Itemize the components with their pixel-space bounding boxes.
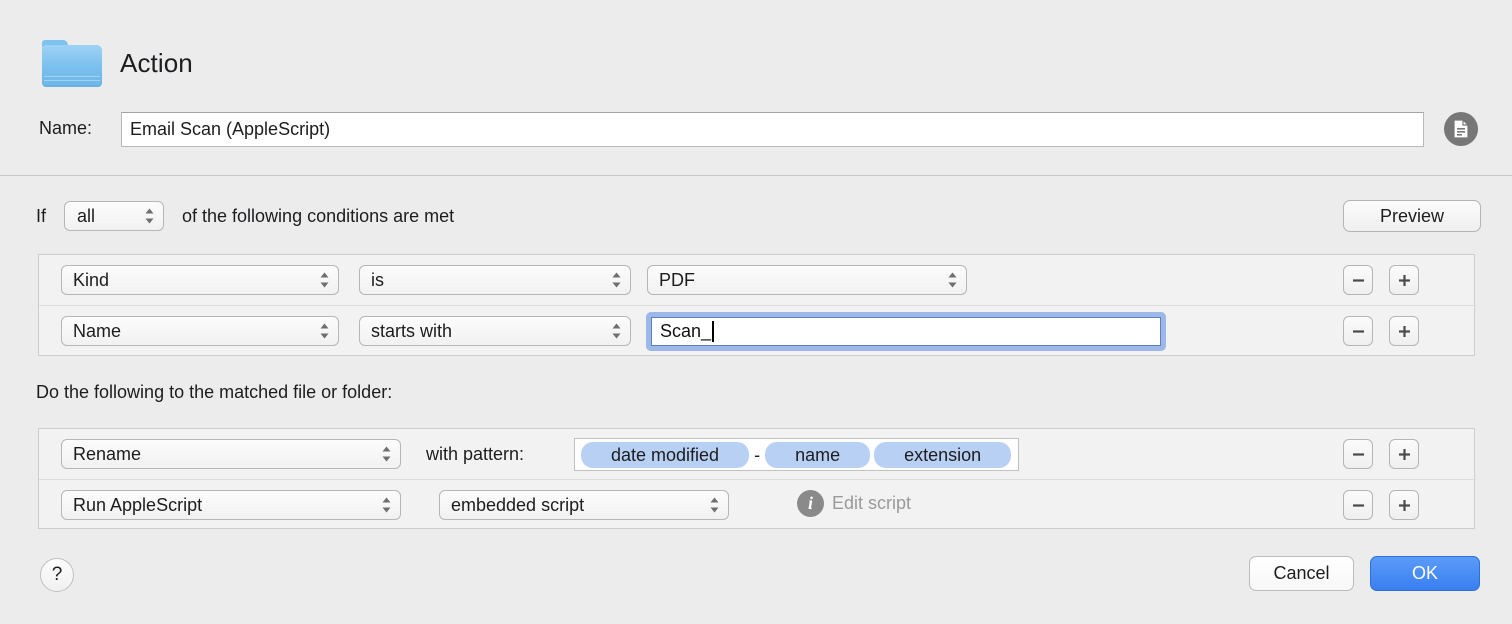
document-icon-button[interactable] [1444,112,1478,146]
conditions-panel: Kind is PDF Name starts with Scan_ [38,254,1476,356]
cancel-button[interactable]: Cancel [1249,556,1354,591]
plus-icon [1398,448,1410,460]
pattern-token[interactable]: name [765,442,871,468]
text-caret [712,321,715,342]
match-mode-value: all [77,205,96,226]
remove-condition-button[interactable] [1343,265,1373,295]
condition-row: Kind is PDF [39,255,1476,305]
chevron-updown-icon [144,208,155,225]
folder-icon [42,40,102,87]
minus-icon [1352,329,1364,333]
chevron-updown-icon [611,323,622,340]
conditions-header-row: If all of the following conditions are m… [0,198,1512,236]
add-condition-button[interactable] [1389,316,1419,346]
script-source-value: embedded script [451,494,585,515]
condition-attribute-value: Name [73,320,122,341]
condition-attribute-select[interactable]: Kind [61,265,339,295]
action-row: Run AppleScript embedded script i Edit s… [39,480,1476,530]
condition-operator-value: is [371,269,384,290]
condition-operator-select[interactable]: is [359,265,631,295]
condition-attribute-value: Kind [73,269,110,290]
header-divider [0,175,1512,176]
actions-panel: Rename with pattern: date modified - name e… [38,428,1476,530]
add-condition-button[interactable] [1389,265,1419,295]
condition-operator-value: starts with [371,320,453,341]
plus-icon [1398,325,1410,337]
add-action-button[interactable] [1389,490,1419,520]
plus-icon [1398,499,1410,511]
condition-value: PDF [659,269,695,290]
edit-script-label: Edit script [832,493,912,513]
chevron-updown-icon [319,272,330,289]
remove-action-button[interactable] [1343,439,1373,469]
condition-value-select[interactable]: PDF [647,265,967,295]
document-icon [1453,119,1469,139]
chevron-updown-icon [381,497,392,514]
pattern-token[interactable]: date modified [581,442,750,468]
minus-icon [1352,452,1364,456]
pattern-token[interactable]: extension [874,442,1012,468]
add-action-button[interactable] [1389,439,1419,469]
edit-script-button[interactable]: i Edit script [797,490,911,517]
condition-attribute-select[interactable]: Name [61,316,339,346]
condition-text-input[interactable]: Scan_ [651,317,1161,346]
name-input[interactable]: Email Scan (AppleScript) [121,112,1424,147]
chevron-updown-icon [947,272,958,289]
minus-icon [1352,278,1364,282]
plus-icon [1398,274,1410,286]
condition-text-value: Scan_ [660,321,712,341]
name-label: Name: [39,118,93,138]
remove-condition-button[interactable] [1343,316,1373,346]
conditions-trailing-text: of the following conditions are met [182,206,455,226]
actions-section-label: Do the following to the matched file or … [36,382,393,402]
chevron-updown-icon [611,272,622,289]
condition-operator-select[interactable]: starts with [359,316,631,346]
rename-pattern-token-field[interactable]: date modified - name extension [574,438,1019,471]
condition-text-input-wrapper: Scan_ [646,312,1166,351]
minus-icon [1352,503,1364,507]
script-source-select[interactable]: embedded script [439,490,729,520]
action-type-value: Run AppleScript [73,494,203,515]
help-button[interactable]: ? [40,558,74,592]
action-type-value: Rename [73,443,142,464]
if-label: If [36,206,47,226]
chevron-updown-icon [709,497,720,514]
chevron-updown-icon [319,323,330,340]
preview-button[interactable]: Preview [1343,200,1481,232]
chevron-updown-icon [381,446,392,463]
with-pattern-label: with pattern: [426,444,525,464]
pattern-token-separator: - [754,445,761,465]
action-row: Rename with pattern: date modified - name e… [39,429,1476,479]
info-icon: i [797,490,824,517]
ok-button[interactable]: OK [1370,556,1480,591]
dialog-header: Action Name: Email Scan (AppleScript) [0,0,1512,176]
action-type-select[interactable]: Rename [61,439,401,469]
match-mode-select[interactable]: all [64,201,164,231]
page-title: Action [120,48,193,78]
remove-action-button[interactable] [1343,490,1373,520]
action-dialog: Action Name: Email Scan (AppleScript) If… [0,0,1512,624]
action-type-select[interactable]: Run AppleScript [61,490,401,520]
condition-row: Name starts with Scan_ [39,306,1476,356]
